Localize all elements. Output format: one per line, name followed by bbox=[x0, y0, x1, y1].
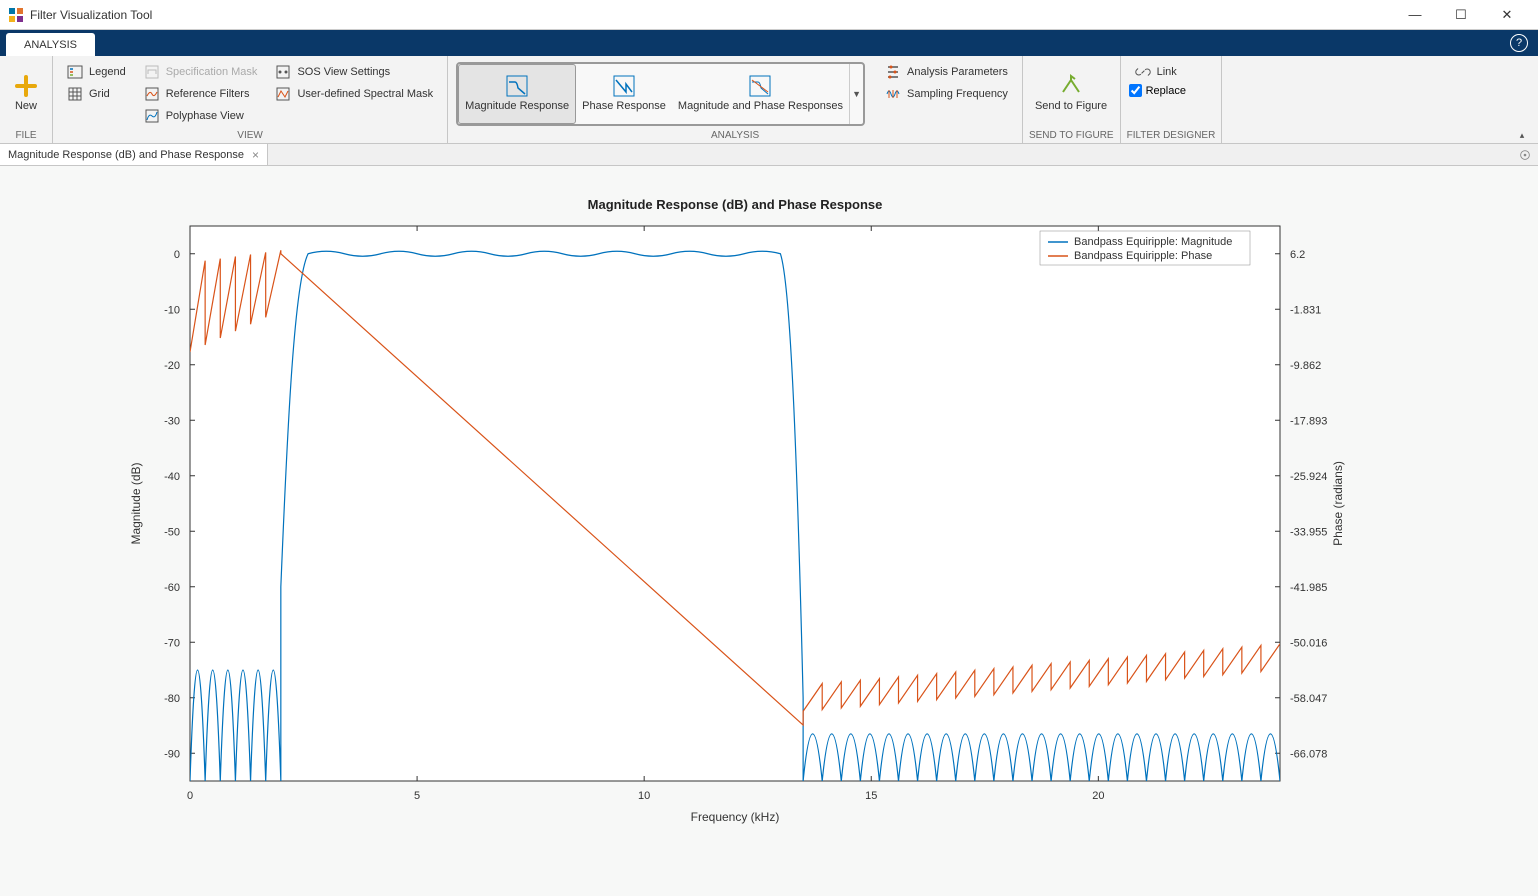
send-to-figure-button[interactable]: Send to Figure bbox=[1029, 60, 1113, 128]
svg-text:-66.078: -66.078 bbox=[1290, 748, 1327, 760]
svg-text:Bandpass Equiripple: Phase: Bandpass Equiripple: Phase bbox=[1074, 250, 1212, 262]
ribbon-tab-bar: ANALYSIS ? bbox=[0, 30, 1538, 56]
link-icon bbox=[1135, 64, 1151, 80]
group-view: Legend Grid Specification Mask Reference… bbox=[53, 56, 448, 143]
new-button[interactable]: New bbox=[6, 60, 46, 128]
doc-tab-label: Magnitude Response (dB) and Phase Respon… bbox=[8, 149, 244, 161]
doc-tabs-gear-icon[interactable] bbox=[1518, 144, 1532, 165]
ref-filters-button[interactable]: Reference Filters bbox=[138, 84, 264, 104]
params-icon bbox=[885, 64, 901, 80]
svg-text:-25.924: -25.924 bbox=[1290, 471, 1327, 483]
spec-mask-button: Specification Mask bbox=[138, 62, 264, 82]
svg-text:-33.955: -33.955 bbox=[1290, 526, 1327, 538]
svg-text:-50.016: -50.016 bbox=[1290, 637, 1327, 649]
svg-text:-1.831: -1.831 bbox=[1290, 304, 1321, 316]
phase-icon bbox=[612, 74, 636, 98]
sos-icon bbox=[275, 64, 291, 80]
svg-text:Phase (radians): Phase (radians) bbox=[1331, 461, 1345, 546]
analysis-params-button[interactable]: Analysis Parameters bbox=[879, 62, 1014, 82]
user-mask-icon bbox=[275, 86, 291, 102]
minimize-button[interactable]: — bbox=[1392, 0, 1438, 30]
grid-icon bbox=[67, 86, 83, 102]
user-mask-button[interactable]: User-defined Spectral Mask bbox=[269, 84, 439, 104]
document-tabs: Magnitude Response (dB) and Phase Respon… bbox=[0, 144, 1538, 166]
ref-filters-icon bbox=[144, 86, 160, 102]
send-figure-icon bbox=[1059, 74, 1083, 98]
help-button[interactable]: ? bbox=[1510, 34, 1528, 52]
grid-button[interactable]: Grid bbox=[61, 84, 132, 104]
toolstrip: New FILE Legend Grid Specification Mask … bbox=[0, 56, 1538, 144]
svg-text:Bandpass Equiripple: Magnitude: Bandpass Equiripple: Magnitude bbox=[1074, 236, 1232, 248]
group-file: New FILE bbox=[0, 56, 53, 143]
svg-text:Frequency (kHz): Frequency (kHz) bbox=[691, 810, 780, 824]
svg-text:-80: -80 bbox=[164, 693, 180, 705]
sampling-icon bbox=[885, 86, 901, 102]
tab-analysis[interactable]: ANALYSIS bbox=[6, 33, 95, 56]
close-button[interactable]: ✕ bbox=[1484, 0, 1530, 30]
svg-text:15: 15 bbox=[865, 790, 877, 802]
minimize-ribbon-button[interactable]: ▴ bbox=[1512, 130, 1532, 141]
sos-settings-button[interactable]: SOS View Settings bbox=[269, 62, 439, 82]
replace-checkbox[interactable]: Replace bbox=[1129, 84, 1186, 97]
new-icon bbox=[14, 74, 38, 98]
mag-phase-icon bbox=[748, 74, 772, 98]
svg-text:-70: -70 bbox=[164, 637, 180, 649]
svg-text:-40: -40 bbox=[164, 471, 180, 483]
svg-text:0: 0 bbox=[187, 790, 193, 802]
plot-area: Magnitude Response (dB) and Phase Respon… bbox=[0, 166, 1538, 896]
svg-text:Magnitude Response (dB) and Ph: Magnitude Response (dB) and Phase Respon… bbox=[588, 197, 883, 212]
svg-text:10: 10 bbox=[638, 790, 650, 802]
svg-text:20: 20 bbox=[1092, 790, 1104, 802]
group-analysis: Magnitude Response Phase Response Magnit… bbox=[448, 56, 1023, 143]
svg-text:-90: -90 bbox=[164, 748, 180, 760]
svg-text:-41.985: -41.985 bbox=[1290, 582, 1327, 594]
polyphase-icon bbox=[144, 108, 160, 124]
svg-text:-10: -10 bbox=[164, 304, 180, 316]
legend-button[interactable]: Legend bbox=[61, 62, 132, 82]
analysis-dropdown[interactable]: ▼ bbox=[849, 64, 863, 124]
spec-mask-icon bbox=[144, 64, 160, 80]
svg-text:5: 5 bbox=[414, 790, 420, 802]
chart-figure[interactable]: Magnitude Response (dB) and Phase Respon… bbox=[0, 166, 1538, 896]
group-filter-designer: Link Replace FILTER DESIGNER bbox=[1121, 56, 1223, 143]
svg-text:-60: -60 bbox=[164, 582, 180, 594]
legend-icon bbox=[67, 64, 83, 80]
link-button[interactable]: Link bbox=[1129, 62, 1186, 82]
phase-response-button[interactable]: Phase Response bbox=[576, 64, 672, 124]
svg-text:Magnitude (dB): Magnitude (dB) bbox=[129, 462, 143, 544]
window-title: Filter Visualization Tool bbox=[30, 8, 1392, 22]
svg-text:-30: -30 bbox=[164, 415, 180, 427]
svg-text:-20: -20 bbox=[164, 360, 180, 372]
svg-text:-9.862: -9.862 bbox=[1290, 360, 1321, 372]
titlebar: Filter Visualization Tool — ☐ ✕ bbox=[0, 0, 1538, 30]
close-icon[interactable]: × bbox=[252, 148, 259, 162]
svg-text:6.2: 6.2 bbox=[1290, 249, 1305, 261]
svg-text:-17.893: -17.893 bbox=[1290, 415, 1327, 427]
sampling-freq-button[interactable]: Sampling Frequency bbox=[879, 84, 1014, 104]
doc-tab-active[interactable]: Magnitude Response (dB) and Phase Respon… bbox=[0, 144, 268, 165]
magnitude-response-button[interactable]: Magnitude Response bbox=[458, 64, 576, 124]
group-send-figure: Send to Figure SEND TO FIGURE bbox=[1023, 56, 1121, 143]
polyphase-button[interactable]: Polyphase View bbox=[138, 106, 264, 126]
maximize-button[interactable]: ☐ bbox=[1438, 0, 1484, 30]
app-icon bbox=[8, 7, 24, 23]
magnitude-icon bbox=[505, 74, 529, 98]
svg-text:0: 0 bbox=[174, 249, 180, 261]
svg-text:-58.047: -58.047 bbox=[1290, 693, 1327, 705]
svg-text:-50: -50 bbox=[164, 526, 180, 538]
mag-phase-button[interactable]: Magnitude and Phase Responses bbox=[672, 64, 849, 124]
